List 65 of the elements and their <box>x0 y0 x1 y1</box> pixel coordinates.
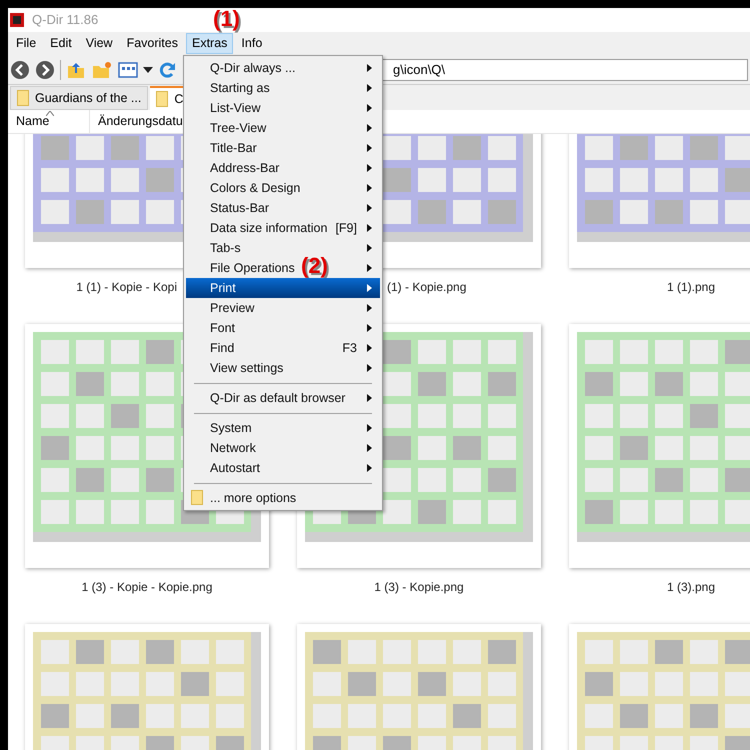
app-icon <box>10 13 24 27</box>
submenu-arrow-icon <box>367 124 372 132</box>
submenu-arrow-icon <box>367 144 372 152</box>
tab[interactable]: Guardians of the ... <box>10 86 148 110</box>
menu-item[interactable]: View settings <box>186 358 380 378</box>
menu-item[interactable]: ... more options <box>186 488 380 508</box>
file-name: (1) - Kopie.png <box>387 279 466 296</box>
menu-item[interactable]: Title-Bar <box>186 138 380 158</box>
submenu-arrow-icon <box>367 444 372 452</box>
menu-item[interactable]: Q-Dir always ... <box>186 58 380 78</box>
submenu-arrow-icon <box>367 204 372 212</box>
file-name: 1 (3).png <box>666 579 716 596</box>
menu-bar-item[interactable]: Extras <box>186 33 234 54</box>
menu-item[interactable]: Address-Bar <box>186 158 380 178</box>
file-name: 1 (3) - Kopie.png <box>374 579 464 596</box>
menu-item[interactable]: Font <box>186 318 380 338</box>
menu-bar-item[interactable]: Favorites <box>120 33 184 54</box>
submenu-arrow-icon <box>367 324 372 332</box>
refresh-icon[interactable] <box>158 60 176 78</box>
file-name: 1 (3) - Kopie - Kopie.png <box>82 579 212 596</box>
folder-icon <box>156 91 168 107</box>
menu-item[interactable]: Colors & Design <box>186 178 380 198</box>
submenu-arrow-icon <box>367 224 372 232</box>
window-title: Q-Dir 11.86 <box>32 11 98 30</box>
menu-item[interactable]: System <box>186 418 380 438</box>
submenu-arrow-icon <box>367 244 372 252</box>
submenu-arrow-icon <box>367 164 372 172</box>
menu-item[interactable]: Autostart <box>186 458 380 478</box>
menu-bar-item[interactable]: File <box>10 33 42 54</box>
new-folder-icon[interactable] <box>91 60 113 80</box>
submenu-arrow-icon <box>367 84 372 92</box>
submenu-arrow-icon <box>367 424 372 432</box>
menu-item[interactable]: Find F3 <box>186 338 380 358</box>
sort-caret-icon <box>46 111 54 116</box>
menu-item[interactable]: List-View <box>186 98 380 118</box>
submenu-arrow-icon <box>367 364 372 372</box>
submenu-arrow-icon <box>367 284 372 292</box>
menu-bar-item[interactable]: View <box>80 33 119 54</box>
menu-item[interactable]: Starting as <box>186 78 380 98</box>
submenu-arrow-icon <box>367 464 372 472</box>
annotation-label: (1) <box>213 8 240 31</box>
submenu-arrow-icon <box>367 344 372 352</box>
submenu-arrow-icon <box>367 264 372 272</box>
menu-item[interactable]: Network <box>186 438 380 458</box>
submenu-arrow-icon <box>367 104 372 112</box>
view-grid-icon[interactable] <box>118 60 138 78</box>
thumbnail-card[interactable] <box>569 324 750 568</box>
dropdown-caret-icon[interactable] <box>143 66 153 72</box>
menu-bar-item[interactable]: Edit <box>44 33 78 54</box>
menu-item[interactable]: Preview <box>186 298 380 318</box>
file-name: 1 (1).png <box>666 279 716 296</box>
submenu-arrow-icon <box>367 184 372 192</box>
menu-item[interactable]: Q-Dir as default browser <box>186 388 380 408</box>
file-name: 1 (1) - Kopie - Kopi <box>76 279 177 296</box>
submenu-arrow-icon <box>367 304 372 312</box>
menu-item[interactable]: Status-Bar <box>186 198 380 218</box>
submenu-arrow-icon <box>367 394 372 402</box>
submenu-arrow-icon <box>367 64 372 72</box>
menu-item[interactable]: Data size information [F9] <box>186 218 380 238</box>
menu-item[interactable]: Print <box>186 278 380 298</box>
column-header[interactable]: Name <box>8 110 90 133</box>
menu-bar-item[interactable]: Info <box>235 33 268 54</box>
menu-item[interactable]: Tree-View <box>186 118 380 138</box>
folder-icon <box>191 490 203 505</box>
folder-icon <box>17 90 29 106</box>
